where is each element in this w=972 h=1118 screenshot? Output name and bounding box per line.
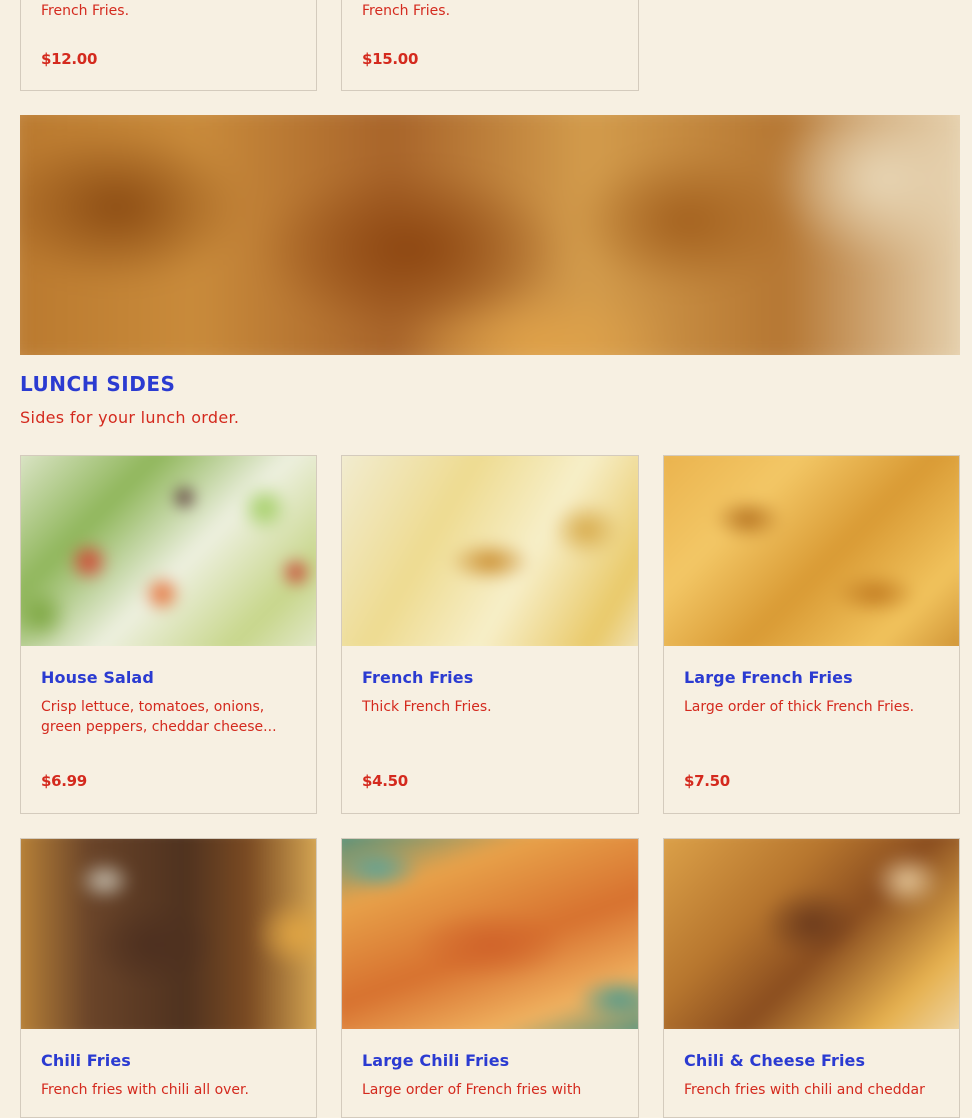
- item-price: $7.50: [684, 772, 730, 790]
- section-banner-image: [20, 115, 960, 355]
- item-description: Crisp lettuce, tomatoes, onions, green p…: [41, 699, 277, 735]
- item-description: Large order of French fries with: [362, 1082, 582, 1098]
- item-name: French Fries: [362, 668, 474, 687]
- section-title: LUNCH SIDES: [20, 372, 176, 396]
- item-price: $15.00: [362, 50, 419, 68]
- item-price: $6.99: [41, 772, 87, 790]
- french-fries-photo: [342, 456, 638, 646]
- chili-fries-photo: [21, 839, 316, 1029]
- large-french-fries-photo: [664, 456, 959, 646]
- item-description: Thick French Fries.: [362, 699, 492, 715]
- menu-item-card[interactable]: Chili Fries French fries with chili all …: [20, 838, 317, 1118]
- large-chili-fries-photo: [342, 839, 638, 1029]
- chili-cheese-fries-photo: [664, 839, 959, 1029]
- item-name: Large Chili Fries: [362, 1051, 510, 1070]
- menu-item-card[interactable]: Large French Fries Large order of thick …: [663, 455, 960, 814]
- item-description: French Fries.: [362, 3, 451, 19]
- item-name: Chili & Cheese Fries: [684, 1051, 866, 1070]
- item-price: $4.50: [362, 772, 408, 790]
- item-description: French fries with chili and cheddar: [684, 1082, 925, 1098]
- item-name: Chili Fries: [41, 1051, 131, 1070]
- item-name: House Salad: [41, 668, 154, 687]
- menu-item-card[interactable]: French Fries. $15.00: [341, 0, 639, 91]
- item-description: French Fries.: [41, 3, 130, 19]
- item-name: Large French Fries: [684, 668, 853, 687]
- item-description: French fries with chili all over.: [41, 1082, 249, 1098]
- menu-item-card[interactable]: Chili & Cheese Fries French fries with c…: [663, 838, 960, 1118]
- item-description: Large order of thick French Fries.: [684, 699, 915, 715]
- item-price: $12.00: [41, 50, 98, 68]
- menu-item-card[interactable]: House Salad Crisp lettuce, tomatoes, oni…: [20, 455, 317, 814]
- salad-photo: [21, 456, 316, 646]
- menu-item-card[interactable]: French Fries. $12.00: [20, 0, 317, 91]
- menu-item-card[interactable]: Large Chili Fries Large order of French …: [341, 838, 639, 1118]
- menu-item-card[interactable]: French Fries Thick French Fries. $4.50: [341, 455, 639, 814]
- section-subtitle: Sides for your lunch order.: [20, 408, 240, 427]
